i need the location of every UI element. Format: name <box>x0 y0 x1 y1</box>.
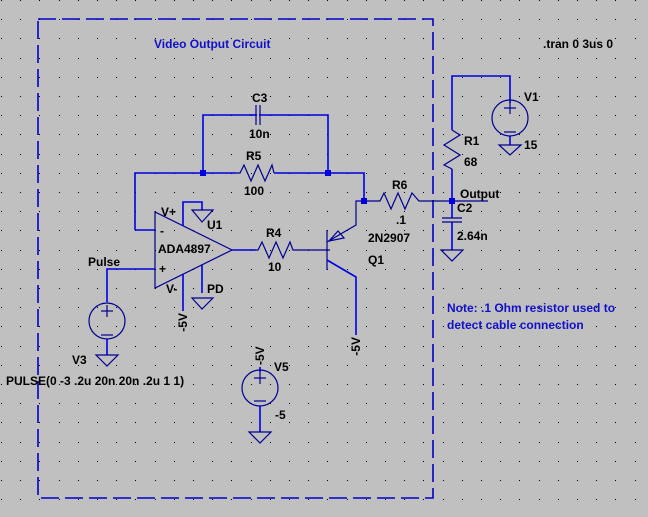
voltage-source-v1[interactable] <box>491 99 529 156</box>
r5-name: R5 <box>246 149 262 163</box>
opamp-vplus-pin: V+ <box>161 205 176 219</box>
opamp-inv-pin: - <box>160 224 164 238</box>
neg5v-q1-label: -5V <box>349 337 363 356</box>
resistor-r4[interactable] <box>256 240 330 260</box>
junction-dot <box>200 170 206 176</box>
neg5v-opamp-label: -5V <box>176 313 190 332</box>
c3-name: C3 <box>252 91 268 105</box>
opamp-vminus-pin: V- <box>166 282 177 296</box>
r1-name: R1 <box>464 134 480 148</box>
note-line-1: Note: .1 Ohm resistor used to <box>447 301 615 315</box>
u1-name: U1 <box>207 218 223 232</box>
junction-dot <box>361 198 367 204</box>
v1-value: 15 <box>524 138 538 152</box>
v5-value: -5 <box>275 408 286 422</box>
r6-name: R6 <box>392 178 408 192</box>
schematic-svg: Video Output Circuit .tran 0 3us 0 Note:… <box>1 0 636 500</box>
pulse-net-label: Pulse <box>88 255 120 269</box>
schematic-canvas[interactable]: Video Output Circuit .tran 0 3us 0 Note:… <box>0 0 648 517</box>
v3-value: PULSE(0 -3 .2u 20n 20n .2u 1 1) <box>6 374 184 388</box>
q1-model: 2N2907 <box>368 231 410 245</box>
r4-name: R4 <box>266 226 282 240</box>
v5-name: V5 <box>274 360 289 374</box>
note-line-2: detect cable connection <box>447 318 584 332</box>
r4-value: 10 <box>268 260 282 274</box>
c2-value: 2.64n <box>457 229 488 243</box>
opamp-noninv-pin: + <box>159 262 166 276</box>
v1-name: V1 <box>524 90 539 104</box>
junction-dot <box>325 170 331 176</box>
circuit-title: Video Output Circuit <box>154 37 270 51</box>
neg5v-v5-label: -5V <box>253 346 267 365</box>
resistor-r5[interactable] <box>236 163 275 183</box>
voltage-source-v3[interactable] <box>88 268 155 367</box>
transistor-q1[interactable] <box>326 200 364 335</box>
output-net-label: Output <box>460 187 499 201</box>
capacitor-c3[interactable] <box>249 105 261 125</box>
voltage-source-v5[interactable] <box>241 367 279 444</box>
v3-name: V3 <box>72 353 87 367</box>
r1-value: 68 <box>464 155 478 169</box>
r5-value: 100 <box>244 184 264 198</box>
q1-name: Q1 <box>368 253 384 267</box>
u1-model: ADA4897 <box>158 242 211 256</box>
c3-value: 10n <box>249 127 270 141</box>
tran-directive[interactable]: .tran 0 3us 0 <box>543 37 613 51</box>
opamp-pd-pin: PD <box>207 282 224 296</box>
r6-value: .1 <box>396 213 406 227</box>
c2-name: C2 <box>457 201 473 215</box>
junction-dot <box>449 198 455 204</box>
